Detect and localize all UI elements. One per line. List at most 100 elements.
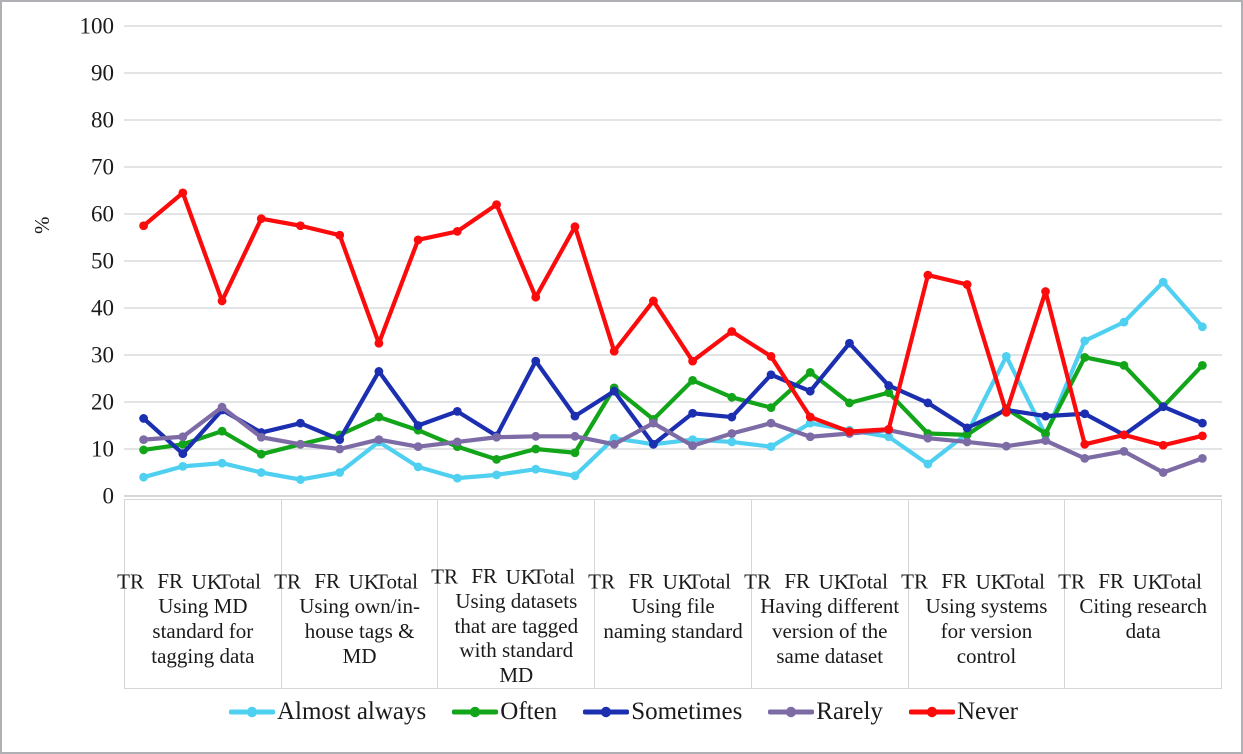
- data-point: [178, 461, 188, 471]
- legend-label: Sometimes: [631, 698, 743, 725]
- data-point: [1197, 454, 1207, 463]
- data-point: [139, 445, 149, 455]
- x-axis-category-label: FR: [784, 569, 811, 594]
- x-axis-group-label: Using datasets that are tagged with stan…: [454, 588, 579, 688]
- data-point: [884, 424, 894, 434]
- data-point: [296, 418, 305, 428]
- x-axis-category-row: TR FR UK Total: [745, 500, 908, 594]
- legend-item[interactable]: Sometimes: [583, 699, 742, 724]
- data-point: [1041, 287, 1050, 296]
- series-line: [141, 190, 1205, 448]
- data-point: [1119, 360, 1129, 370]
- x-axis-group-label: Citing research data: [1079, 594, 1208, 643]
- data-point: [962, 423, 972, 433]
- data-point: [766, 418, 776, 428]
- x-axis-category-label: FR: [627, 569, 654, 594]
- legend-item[interactable]: Never: [908, 699, 1018, 724]
- data-point: [531, 431, 541, 441]
- data-point: [1119, 317, 1129, 327]
- data-point: [1080, 439, 1090, 449]
- data-point: [766, 442, 776, 452]
- data-point: [492, 200, 501, 210]
- x-axis-category-label: Total: [1002, 569, 1045, 594]
- data-point: [923, 270, 933, 280]
- data-point: [256, 432, 266, 442]
- data-point: [1197, 431, 1207, 441]
- x-axis-category-row: TR FR UK Total: [274, 500, 438, 594]
- data-point: [1158, 277, 1168, 287]
- data-point: [1158, 440, 1168, 450]
- data-point: [1080, 409, 1090, 419]
- data-point: [570, 411, 580, 421]
- x-axis-group-label: Using systems for version control: [925, 594, 1048, 668]
- data-point: [531, 444, 541, 454]
- data-point: [1197, 322, 1207, 332]
- x-axis-group: TR FR UK Total Having different version of t…: [745, 500, 909, 688]
- legend-marker-icon: [908, 706, 955, 717]
- x-axis-category-label: UK: [1132, 569, 1163, 594]
- data-point: [766, 352, 776, 361]
- data-point: [1041, 411, 1050, 421]
- data-point: [1080, 336, 1090, 346]
- x-axis-group-label: Using file naming standard: [603, 594, 743, 643]
- y-axis-tick-label: 20: [91, 389, 114, 415]
- x-axis-group-label: Using MD standard for tagging data: [151, 594, 255, 668]
- data-point: [492, 454, 501, 464]
- data-point: [1080, 454, 1090, 463]
- x-axis-category-label: TR: [274, 569, 302, 594]
- x-axis-category-label: TR: [1057, 569, 1085, 594]
- legend-item[interactable]: Rarely: [768, 699, 883, 724]
- line-chart-svg: [124, 25, 1222, 497]
- data-point: [923, 398, 933, 408]
- x-axis-category-label: Total: [218, 569, 262, 594]
- data-point: [688, 441, 698, 451]
- x-axis-group: TR FR UK Total Using own/in-house tags & MD: [274, 500, 439, 688]
- data-point: [805, 432, 815, 442]
- legend-marker-icon: [452, 706, 499, 717]
- data-point: [805, 412, 815, 422]
- data-point: [962, 437, 972, 447]
- data-point: [570, 471, 580, 481]
- data-point: [531, 356, 541, 366]
- data-point: [1080, 352, 1090, 362]
- data-point: [413, 462, 423, 472]
- data-point: [178, 432, 188, 442]
- y-axis-tick-label: 40: [91, 295, 114, 321]
- data-point: [962, 280, 972, 289]
- data-point: [609, 439, 619, 449]
- data-point: [1119, 430, 1129, 440]
- data-point: [139, 472, 149, 482]
- data-point: [531, 464, 541, 474]
- x-axis-category-row: TR FR UK Total: [431, 500, 594, 588]
- x-axis-category-label: Total: [1158, 569, 1202, 594]
- x-axis-category-row: TR FR UK Total: [901, 500, 1065, 594]
- data-point: [492, 470, 501, 480]
- data-point: [1001, 441, 1011, 451]
- legend-item[interactable]: Often: [452, 699, 557, 724]
- legend-label: Almost always: [276, 698, 427, 725]
- data-point: [570, 222, 580, 232]
- data-point: [335, 444, 345, 454]
- legend-item[interactable]: Almost always: [228, 698, 427, 725]
- data-point: [217, 458, 227, 468]
- data-point: [923, 433, 933, 443]
- data-point: [335, 468, 345, 477]
- y-axis-ticks: 0 10 20 30 40 50 60 70 80 90 100: [42, 15, 115, 508]
- legend-label: Rarely: [816, 698, 883, 725]
- data-point: [296, 439, 305, 449]
- data-point: [139, 435, 149, 444]
- x-axis-category-label: Total: [845, 569, 889, 594]
- data-point: [1041, 436, 1050, 445]
- data-point: [609, 386, 619, 396]
- data-point: [1001, 407, 1011, 417]
- x-axis-category-label: TR: [117, 569, 145, 594]
- data-point: [845, 427, 854, 437]
- x-axis-category-label: Total: [688, 569, 732, 594]
- data-point: [296, 475, 305, 484]
- x-axis-group: TR FR UK Total Using file naming standard: [588, 500, 752, 688]
- data-point: [648, 418, 658, 428]
- x-axis-category-label: Total: [375, 569, 418, 594]
- y-axis-tick-label: 90: [91, 60, 114, 86]
- y-axis-tick-label: 70: [91, 154, 114, 180]
- data-point: [648, 296, 658, 306]
